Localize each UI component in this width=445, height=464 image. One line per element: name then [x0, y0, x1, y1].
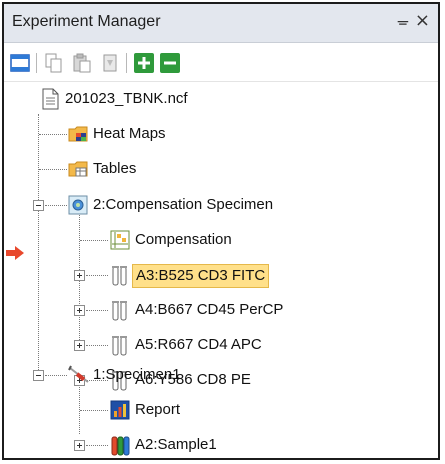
tree-line: [39, 169, 67, 170]
tree-line: [38, 114, 39, 374]
current-item-arrow-icon: [6, 246, 24, 260]
tree-item-tables[interactable]: Tables: [90, 158, 139, 180]
tree-line: [86, 310, 108, 311]
experiment-manager-panel: Experiment Manager ᚚ × 201023_TBNK.ncf H…: [2, 2, 440, 460]
compensation-matrix-icon: [110, 230, 130, 250]
toolbar-separator: [36, 53, 37, 73]
expand-toggle[interactable]: [74, 305, 85, 316]
close-icon[interactable]: ×: [415, 10, 430, 31]
tree-item-report[interactable]: Report: [132, 399, 183, 421]
compensation-specimen-icon: [68, 195, 88, 215]
tree-item-tube-a5[interactable]: A5:R667 CD4 APC: [132, 334, 265, 356]
expand-toggle[interactable]: [74, 440, 85, 451]
tube-icon: [110, 335, 130, 356]
tree-line: [80, 240, 108, 241]
file-icon: [40, 88, 60, 110]
toolbar: [4, 43, 438, 82]
tube-icon: [110, 265, 130, 286]
remove-icon[interactable]: [160, 53, 180, 73]
tree-item-sample1[interactable]: A2:Sample1: [132, 434, 220, 456]
report-icon: [110, 400, 130, 420]
tree-line: [39, 134, 67, 135]
tree-item-compensation[interactable]: Compensation: [132, 229, 235, 251]
pin-icon[interactable]: ᚚ: [398, 12, 408, 30]
tree-item-tube-a3[interactable]: A3:B525 CD3 FITC: [132, 264, 270, 288]
tree-line: [80, 410, 108, 411]
tree-line: [86, 445, 108, 446]
tree-line: [45, 375, 67, 376]
paste-icon[interactable]: [72, 53, 92, 73]
collapse-toggle[interactable]: [33, 200, 44, 211]
panel-titlebar: Experiment Manager ᚚ ×: [4, 4, 438, 43]
tree-item-specimen1[interactable]: 1:Specimen1: [90, 364, 184, 386]
copy-icon[interactable]: [44, 53, 64, 73]
layout-window-icon[interactable]: [10, 53, 30, 73]
expand-toggle[interactable]: [74, 270, 85, 281]
duplicate-icon[interactable]: [100, 53, 120, 73]
panel-title: Experiment Manager: [12, 13, 161, 30]
folder-heatmap-icon: [68, 124, 88, 144]
tube-icon: [110, 300, 130, 321]
syringe-icon: [68, 365, 89, 385]
tree-item-tube-a4[interactable]: A4:B667 CD45 PerCP: [132, 299, 286, 321]
expand-toggle[interactable]: [74, 340, 85, 351]
add-icon[interactable]: [134, 53, 154, 73]
toolbar-separator: [126, 53, 127, 73]
color-tube-icon: [110, 435, 130, 456]
tree-line: [86, 275, 108, 276]
tree-item-compensation-specimen[interactable]: 2:Compensation Specimen: [90, 194, 276, 216]
tree-line: [79, 384, 80, 434]
tree-item-root-file[interactable]: 201023_TBNK.ncf: [62, 88, 191, 110]
collapse-toggle[interactable]: [33, 370, 44, 381]
tree-line: [45, 205, 67, 206]
experiment-tree: 201023_TBNK.ncf Heat Maps Tables 2:Compe…: [4, 82, 438, 458]
tree-item-heat-maps[interactable]: Heat Maps: [90, 123, 169, 145]
folder-table-icon: [68, 159, 88, 179]
tree-line: [86, 345, 108, 346]
